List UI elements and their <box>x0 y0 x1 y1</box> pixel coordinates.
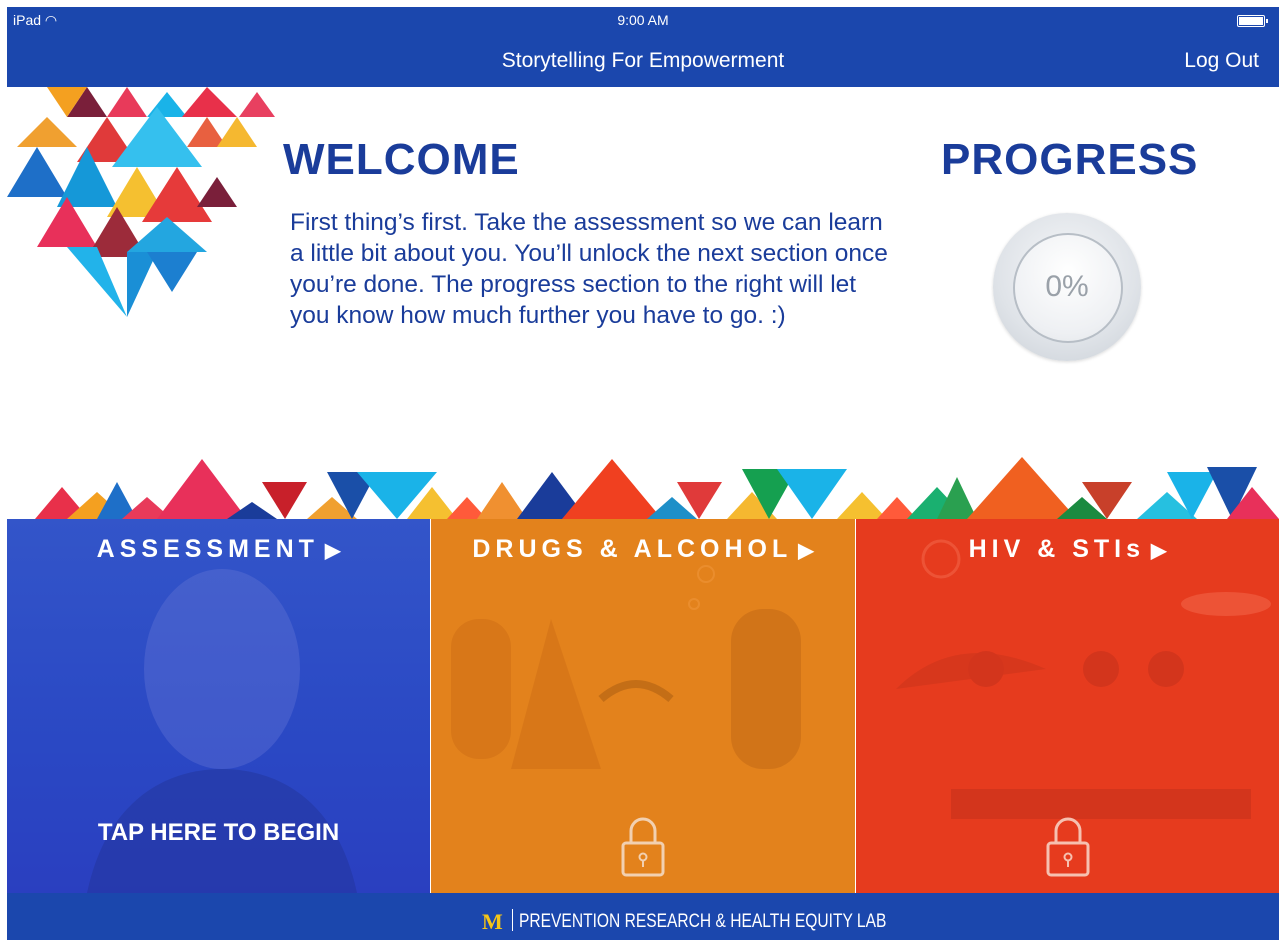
hiv-stis-heading: HIV & STIs ▶ <box>856 535 1279 564</box>
drugs-alcohol-label: DRUGS & ALCOHOL <box>472 535 793 563</box>
hiv-stis-label: HIV & STIs <box>968 535 1146 563</box>
university-logo: M <box>482 909 503 934</box>
play-arrow-icon: ▶ <box>1151 540 1167 562</box>
progress-value: 0% <box>1045 270 1089 303</box>
play-arrow-icon: ▶ <box>324 540 341 562</box>
status-time: 9:00 AM <box>617 12 669 28</box>
progress-title: PROGRESS <box>941 135 1199 184</box>
drugs-alcohol-heading: DRUGS & ALCOHOL ▶ <box>431 535 855 564</box>
assessment-card[interactable]: ASSESSMENT ▶ TAP HERE TO BEGIN <box>7 519 430 893</box>
play-arrow-icon: ▶ <box>798 540 814 562</box>
welcome-title: WELCOME <box>283 135 520 184</box>
lock-icon <box>621 817 665 877</box>
drugs-alcohol-card[interactable]: DRUGS & ALCOHOL ▶ <box>431 519 855 893</box>
logout-button[interactable]: Log Out <box>1184 49 1259 73</box>
hiv-stis-card[interactable]: HIV & STIs ▶ <box>856 519 1279 893</box>
tap-to-begin-label: TAP HERE TO BEGIN <box>97 819 340 846</box>
assessment-label: ASSESSMENT <box>96 535 319 563</box>
lock-icon <box>1046 817 1090 877</box>
nav-title: Storytelling For Empowerment <box>501 49 785 72</box>
battery-icon <box>1237 15 1268 27</box>
assessment-heading: ASSESSMENT ▶ <box>7 535 430 564</box>
footer-divider <box>512 909 513 931</box>
welcome-text: First thing’s first. Take the assessment… <box>290 209 888 329</box>
triangle-logo-graphic <box>7 87 275 317</box>
progress-ring: 0% <box>993 213 1141 361</box>
nav-bar: Storytelling For Empowerment Log Out <box>7 35 1279 87</box>
app-frame: iPad ◠ 9:00 AM Storytelling For Empowerm… <box>7 7 1279 940</box>
status-bar: iPad ◠ 9:00 AM <box>7 7 1279 35</box>
triangle-skyline-graphic <box>35 457 1279 519</box>
footer-bar: M PREVENTION RESEARCH & HEALTH EQUITY LA… <box>7 893 1279 940</box>
lab-name: PREVENTION RESEARCH & HEALTH EQUITY LAB <box>519 911 887 932</box>
